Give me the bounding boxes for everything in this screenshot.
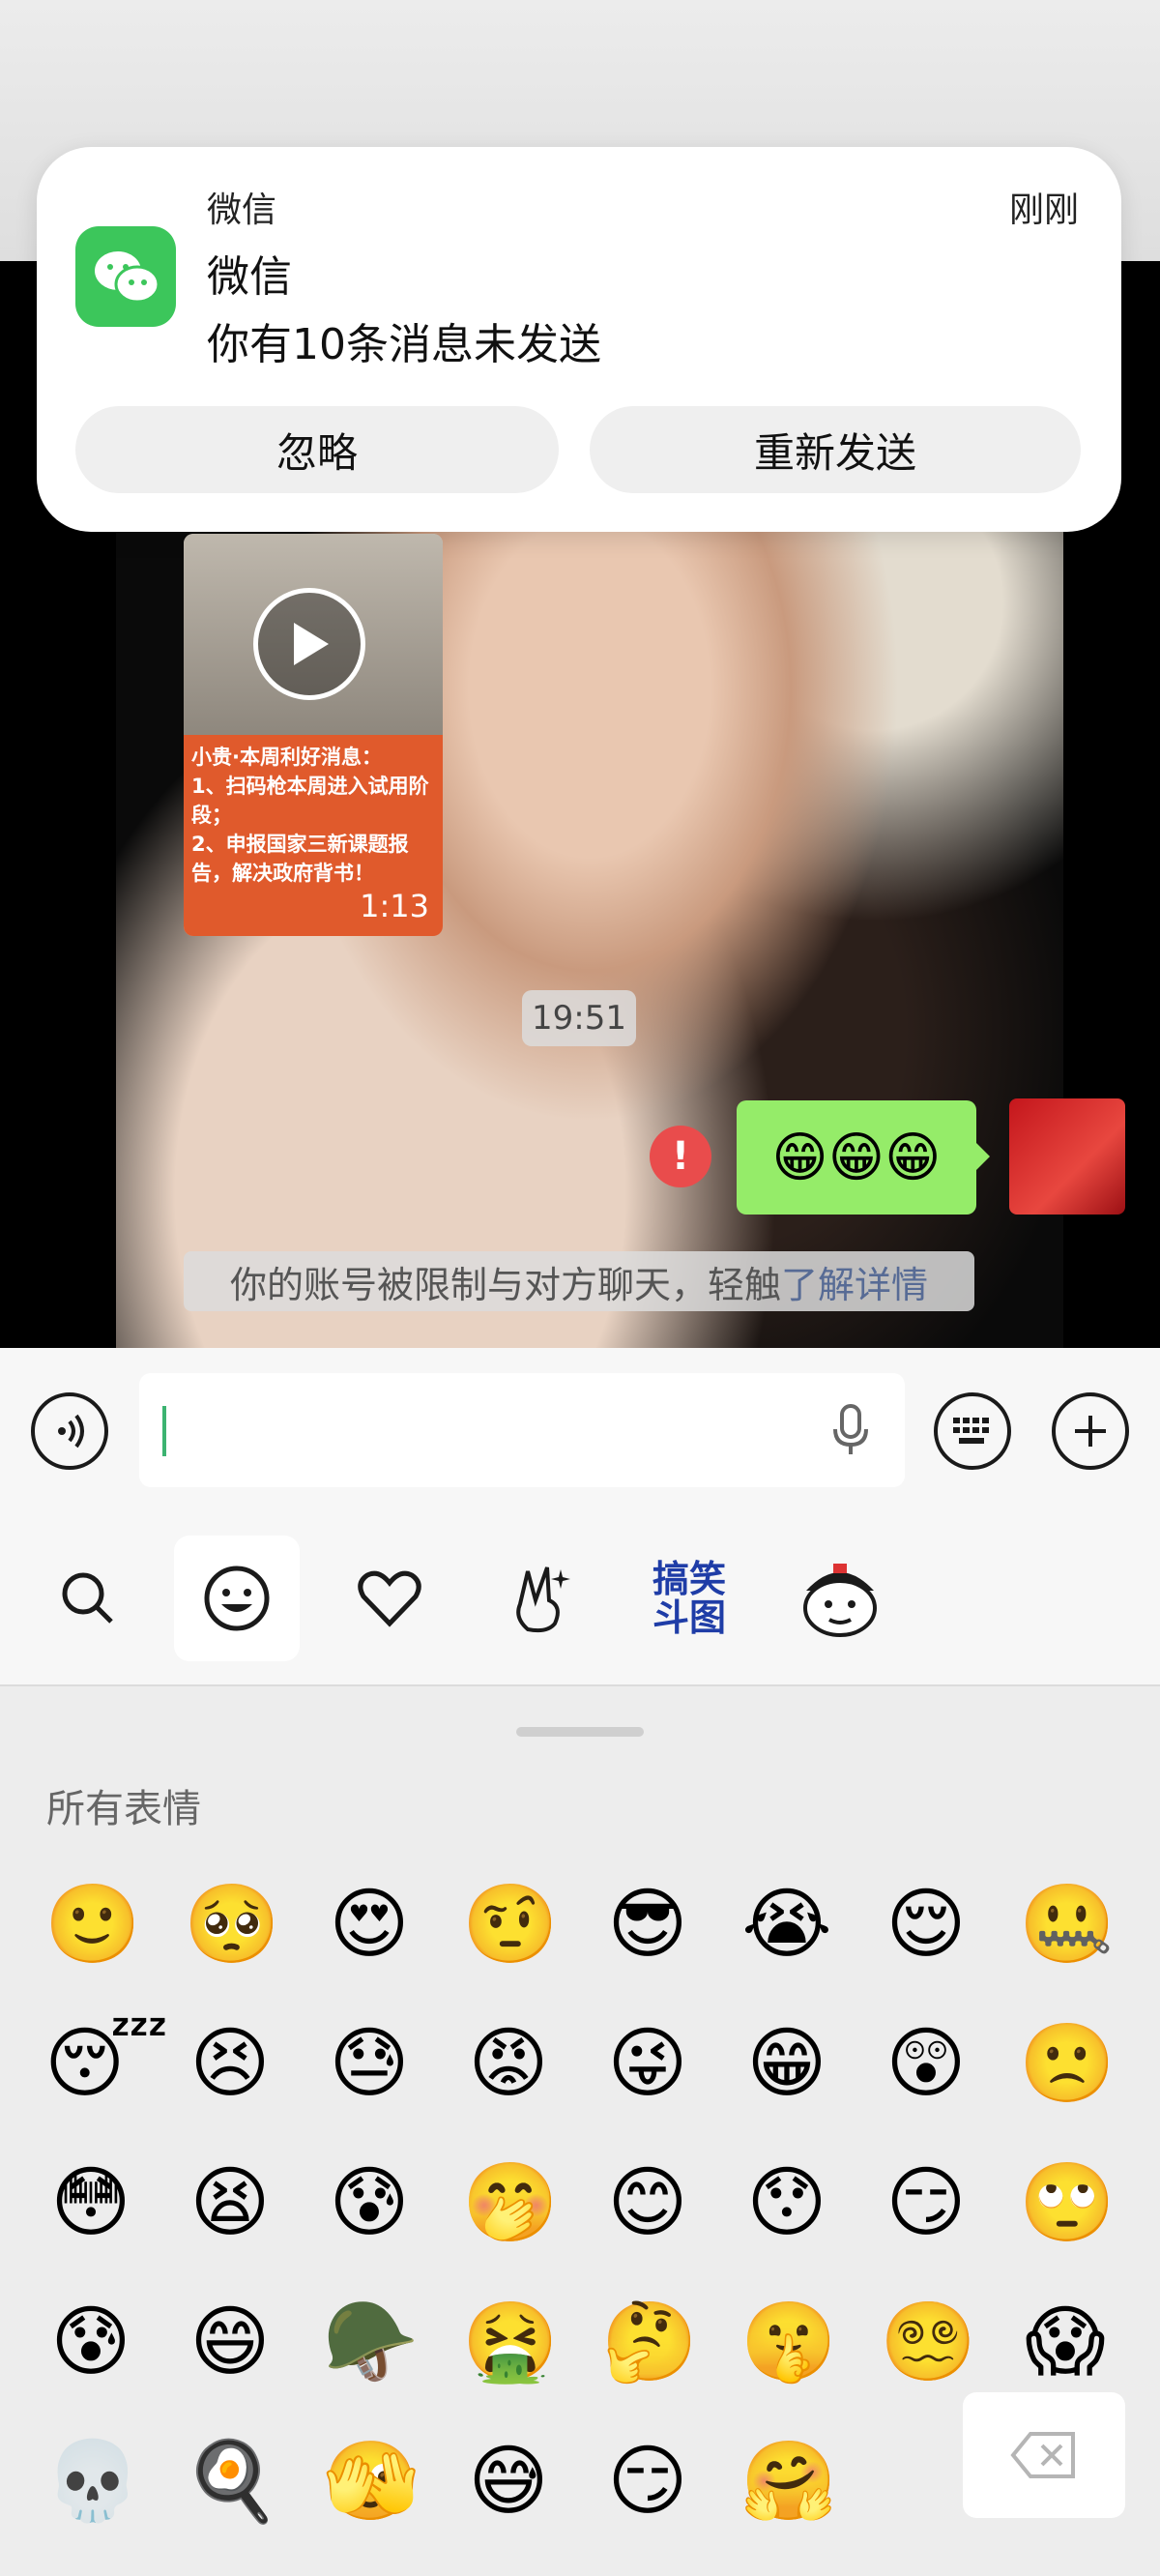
- message-input[interactable]: [139, 1373, 905, 1487]
- emoji-item[interactable]: 😏: [601, 2435, 694, 2528]
- tab-sticker-pack-funny[interactable]: 搞笑 斗图: [626, 1536, 752, 1661]
- emoji-item[interactable]: 😭: [740, 1878, 833, 1971]
- emoji-item[interactable]: 😎: [601, 1878, 694, 1971]
- emoji-item[interactable]: 🙁: [1019, 2017, 1116, 2110]
- emoji-item[interactable]: 😰: [44, 2296, 137, 2388]
- tab-search[interactable]: [25, 1536, 151, 1661]
- emoji-item[interactable]: 😣: [184, 2017, 276, 2110]
- sent-message-bubble[interactable]: 😁😁😁: [737, 1100, 990, 1215]
- emoji-item[interactable]: 🍳: [184, 2435, 280, 2528]
- emoji-item[interactable]: 😲: [880, 2017, 972, 2110]
- emoji-item[interactable]: 😄: [184, 2296, 276, 2388]
- more-button[interactable]: [1052, 1392, 1129, 1470]
- keyboard-button[interactable]: [934, 1392, 1011, 1470]
- tab-sticker-pack-face[interactable]: [777, 1536, 903, 1661]
- victory-hand-icon: [516, 1566, 570, 1633]
- emoji-item[interactable]: 😴: [44, 2017, 168, 2110]
- emoji-item[interactable]: 😊: [601, 2156, 694, 2249]
- tab-emoji[interactable]: [174, 1536, 300, 1661]
- voice-icon: [58, 1414, 84, 1449]
- send-failed-icon[interactable]: !: [650, 1126, 711, 1187]
- video-caption: 小贵·本周利好消息： 1、扫码枪本周进入试用阶段； 2、申报国家三新课题报告，解…: [191, 746, 429, 885]
- resend-button[interactable]: 重新发送: [590, 406, 1081, 493]
- system-notice[interactable]: 你的账号被限制与对方聊天，轻触 了解详情: [184, 1251, 974, 1311]
- emoji-item[interactable]: 😁: [740, 2017, 833, 2110]
- emoji-item[interactable]: 😡: [462, 2017, 555, 2110]
- emoji-item[interactable]: 🥺: [184, 1878, 280, 1971]
- notification-time: 刚刚: [1008, 190, 1079, 230]
- tab-favorites[interactable]: [327, 1536, 452, 1661]
- emoji-item[interactable]: 🤔: [601, 2296, 698, 2388]
- input-bar: [0, 1348, 1160, 1514]
- emoji-item[interactable]: 😯: [740, 2156, 833, 2249]
- delete-button[interactable]: [963, 2392, 1125, 2518]
- emoji-item[interactable]: 😍: [323, 1878, 416, 1971]
- search-icon: [62, 1572, 113, 1624]
- emoji-item[interactable]: 😳: [44, 2156, 137, 2249]
- smiley-icon: [204, 1566, 270, 1631]
- backspace-icon: [1010, 2432, 1075, 2478]
- emoji-item[interactable]: 😌: [880, 1878, 972, 1971]
- learn-more-link[interactable]: 了解详情: [781, 1255, 928, 1308]
- panel-drag-handle[interactable]: [516, 1727, 644, 1737]
- emoji-item[interactable]: 🤫: [740, 2296, 837, 2388]
- emoji-item[interactable]: 😅: [462, 2435, 555, 2528]
- emoji-item[interactable]: 😰: [323, 2156, 416, 2249]
- heart-icon: [358, 1570, 421, 1627]
- ignore-button[interactable]: 忽略: [75, 406, 559, 493]
- emoji-item[interactable]: 😏: [880, 2156, 972, 2249]
- text-caret: [162, 1406, 166, 1456]
- plus-icon: [1075, 1416, 1106, 1447]
- emoji-item[interactable]: 💀: [44, 2435, 141, 2528]
- emoji-item[interactable]: 😵‍💫: [880, 2296, 976, 2388]
- sticker-pack-label: 搞笑 斗图: [652, 1558, 726, 1639]
- emoji-item[interactable]: 🤭: [462, 2156, 559, 2249]
- notification-title: 微信: [207, 252, 292, 302]
- keyboard-icon: [953, 1418, 989, 1444]
- meme-face-icon: [803, 1564, 877, 1637]
- emoji-item[interactable]: 😫: [184, 2156, 276, 2249]
- emoji-item[interactable]: 😓: [323, 2017, 416, 2110]
- emoji-item[interactable]: 😜: [601, 2017, 694, 2110]
- notification-app-name: 微信: [207, 190, 277, 230]
- emoji-item[interactable]: 🙂: [44, 1878, 141, 1971]
- emoji-item[interactable]: 🤨: [462, 1878, 559, 1971]
- emoji-item[interactable]: 🤮: [462, 2296, 559, 2388]
- avatar[interactable]: [1009, 1098, 1125, 1215]
- emoji-item[interactable]: 🫣: [323, 2435, 420, 2528]
- emoji-category-tabs: 搞笑 斗图: [0, 1514, 1160, 1686]
- microphone-icon[interactable]: [827, 1400, 874, 1462]
- play-icon[interactable]: [253, 588, 365, 700]
- video-message[interactable]: 小贵·本周利好消息： 1、扫码枪本周进入试用阶段； 2、申报国家三新课题报告，解…: [184, 534, 443, 936]
- emoji-item[interactable]: 🪖: [323, 2296, 420, 2388]
- emoji-section-title: 所有表情: [46, 1787, 201, 1831]
- video-duration: 1:13: [360, 888, 429, 924]
- emoji-item[interactable]: 🤗: [740, 2435, 837, 2528]
- system-notice-text: 你的账号被限制与对方聊天，轻触: [229, 1263, 781, 1306]
- wechat-app-icon: [75, 226, 176, 327]
- emoji-item[interactable]: 😱: [1019, 2296, 1112, 2388]
- tab-gestures[interactable]: [478, 1536, 603, 1661]
- emoji-item[interactable]: 🤐: [1019, 1878, 1116, 1971]
- notification-banner[interactable]: 微信 刚刚 微信 你有10条消息未发送 忽略 重新发送: [37, 147, 1121, 532]
- voice-input-button[interactable]: [31, 1392, 108, 1470]
- emoji-item[interactable]: 🙄: [1019, 2156, 1116, 2249]
- message-timestamp: 19:51: [522, 990, 636, 1046]
- notification-message: 你有10条消息未发送: [207, 320, 601, 369]
